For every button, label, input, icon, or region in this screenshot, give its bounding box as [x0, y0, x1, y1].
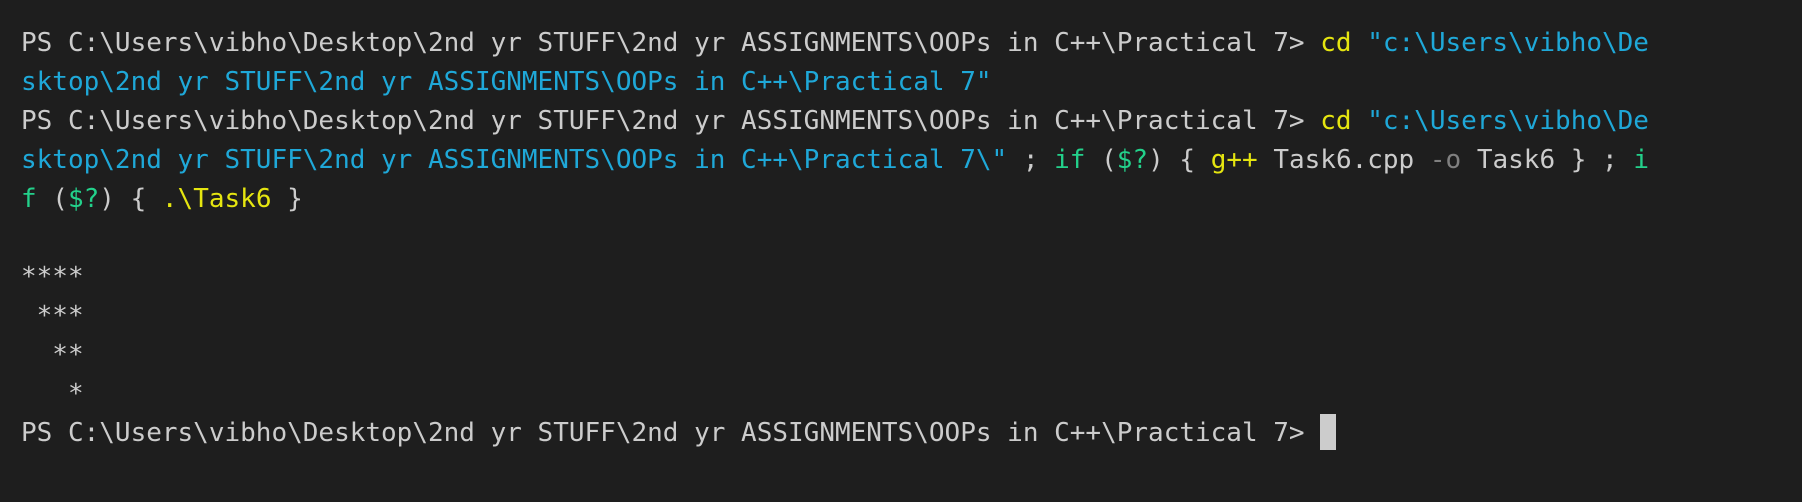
text-cursor[interactable]: [1320, 414, 1337, 450]
brace-close: } ;: [1570, 145, 1634, 175]
terminal-line-2: sktop\2nd yr STUFF\2nd yr ASSIGNMENTS\OO…: [21, 63, 1782, 102]
prompt: PS C:\Users\vibho\Desktop\2nd yr STUFF\2…: [21, 418, 1321, 448]
brace-close: }: [271, 184, 303, 214]
terminal-input-line[interactable]: PS C:\Users\vibho\Desktop\2nd yr STUFF\2…: [21, 414, 1782, 453]
terminal-line-3: PS C:\Users\vibho\Desktop\2nd yr STUFF\2…: [21, 102, 1782, 141]
compiler-command: g++: [1210, 145, 1258, 175]
prompt: PS C:\Users\vibho\Desktop\2nd yr STUFF\2…: [21, 28, 1321, 58]
brace-open: ) {: [1148, 145, 1211, 175]
path-string-continued: sktop\2nd yr STUFF\2nd yr ASSIGNMENTS\OO…: [21, 145, 1008, 175]
output-flag: -o: [1429, 145, 1462, 175]
program-output-line: ***: [21, 301, 84, 331]
brace-open: ) {: [99, 184, 162, 214]
path-string: "c:\Users\vibho\De: [1367, 28, 1649, 58]
terminal-line-5: f ($?) { .\Task6 }: [21, 180, 1782, 219]
terminal-line-4: sktop\2nd yr STUFF\2nd yr ASSIGNMENTS\OO…: [21, 141, 1782, 180]
terminal-panel[interactable]: PS C:\Users\vibho\Desktop\2nd yr STUFF\2…: [0, 0, 1802, 502]
if-keyword: if: [1054, 145, 1086, 175]
source-file: Task6.cpp: [1257, 145, 1430, 175]
open-paren: (: [1085, 145, 1117, 175]
prompt: PS C:\Users\vibho\Desktop\2nd yr STUFF\2…: [21, 106, 1321, 136]
program-output-line: **: [21, 340, 84, 370]
if-keyword-end: f: [21, 184, 37, 214]
program-output-line: ****: [21, 262, 84, 292]
cd-command: cd: [1320, 106, 1352, 136]
path-string: "c:\Users\vibho\De: [1367, 106, 1649, 136]
path-string-continued: sktop\2nd yr STUFF\2nd yr ASSIGNMENTS\OO…: [21, 67, 992, 97]
status-variable: $?: [1116, 145, 1149, 175]
status-variable: $?: [67, 184, 100, 214]
run-executable: .\Task6: [161, 184, 272, 214]
open-paren: (: [36, 184, 68, 214]
if-keyword-start: i: [1633, 145, 1650, 175]
terminal-line-1: PS C:\Users\vibho\Desktop\2nd yr STUFF\2…: [21, 24, 1782, 63]
output-file: Task6: [1461, 145, 1571, 175]
program-output-line: *: [21, 379, 84, 409]
separator: ;: [1007, 145, 1055, 175]
cd-command: cd: [1320, 28, 1352, 58]
